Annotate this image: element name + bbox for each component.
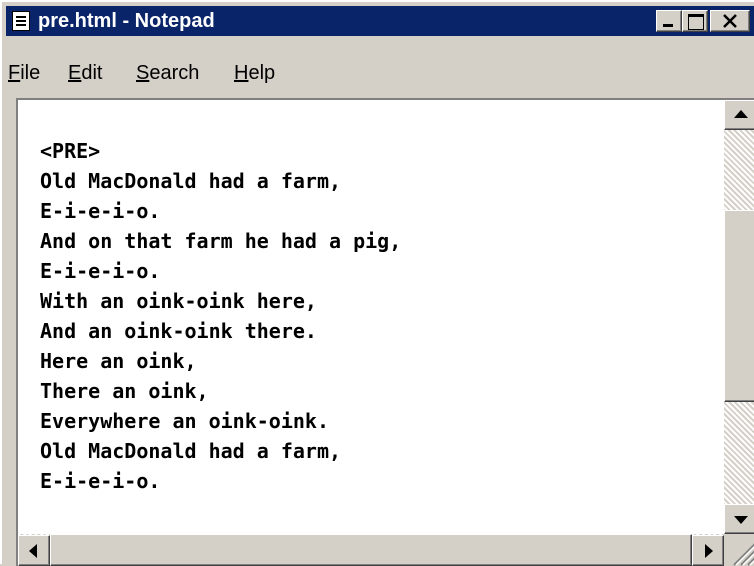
- vertical-scroll-thumb[interactable]: [724, 210, 754, 402]
- close-icon: [723, 14, 737, 28]
- horizontal-scrollbar[interactable]: [18, 534, 724, 566]
- menu-search[interactable]: Search: [136, 62, 199, 84]
- notepad-window: pre.html - Notepad File Edit Search Help…: [0, 0, 754, 566]
- arrow-right-icon: [705, 544, 713, 558]
- notepad-icon[interactable]: [12, 11, 30, 31]
- window-title: pre.html - Notepad: [38, 10, 215, 32]
- arrow-down-icon: [734, 516, 748, 524]
- scroll-left-button[interactable]: [18, 535, 50, 566]
- document-text[interactable]: <PRE> Old MacDonald had a farm, E-i-e-i-…: [40, 136, 401, 496]
- scroll-down-button[interactable]: [724, 504, 754, 534]
- menu-help[interactable]: Help: [234, 62, 275, 84]
- menu-bar: File Edit Search Help: [6, 58, 754, 88]
- scroll-up-button[interactable]: [724, 100, 754, 130]
- scroll-right-button[interactable]: [692, 535, 724, 566]
- title-bar[interactable]: pre.html - Notepad: [6, 6, 754, 36]
- horizontal-scroll-thumb[interactable]: [50, 534, 692, 566]
- vertical-scrollbar[interactable]: [724, 100, 754, 534]
- resize-grip[interactable]: [724, 534, 754, 566]
- resize-grip-icon: [733, 543, 754, 566]
- arrow-up-icon: [734, 110, 748, 118]
- menu-file[interactable]: File: [8, 62, 40, 84]
- maximize-icon: [688, 14, 704, 30]
- maximize-button[interactable]: [682, 10, 708, 32]
- minimize-button[interactable]: [656, 10, 682, 32]
- minimize-icon: [663, 24, 673, 27]
- menu-edit[interactable]: Edit: [68, 62, 102, 84]
- arrow-left-icon: [29, 544, 37, 558]
- text-editor[interactable]: <PRE> Old MacDonald had a farm, E-i-e-i-…: [16, 98, 754, 566]
- close-button[interactable]: [710, 10, 750, 32]
